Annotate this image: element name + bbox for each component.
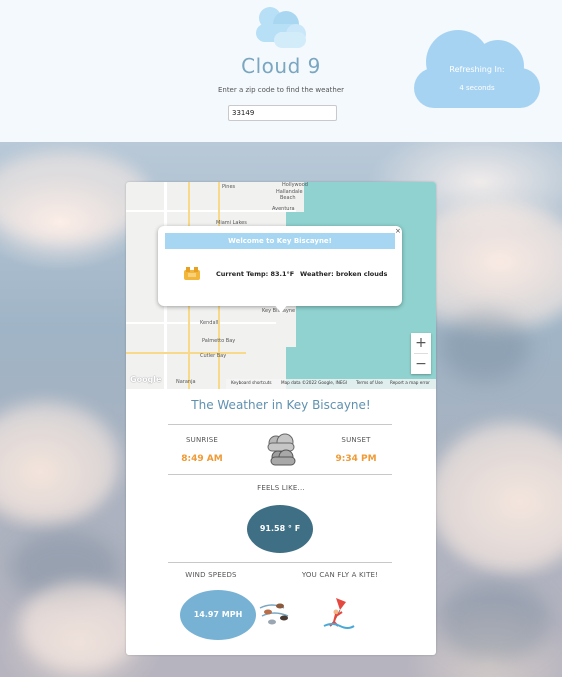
map[interactable]: Pines Hollywood Hallandale Beach Aventur…	[126, 182, 436, 389]
feels-like-label: FEELS LIKE...	[257, 484, 305, 492]
map-label-cutler-bay: Cutler Bay	[200, 353, 227, 359]
sunset-label: SUNSET	[341, 436, 371, 444]
map-label-kendall: Kendall	[200, 320, 219, 326]
sunrise-time: 8:49 AM	[181, 454, 223, 464]
map-label-aventura: Aventura	[272, 206, 295, 212]
header: Cloud 9 Enter a zip code to find the wea…	[0, 0, 562, 142]
map-label-hollywood: Hollywood	[282, 182, 308, 188]
divider	[168, 474, 392, 475]
keyboard-shortcuts-link[interactable]: Keyboard shortcuts	[231, 380, 272, 385]
wind-icon	[259, 603, 289, 625]
feels-like-value: 91.58 ° F	[247, 505, 313, 553]
divider	[168, 562, 392, 563]
map-label-pines: Pines	[222, 184, 236, 190]
map-data-credit: Map data ©2022 Google, INEGI	[281, 380, 348, 385]
city-heading: The Weather in Key Biscayne!	[191, 398, 371, 412]
map-attribution: Keyboard shortcuts Map data ©2022 Google…	[226, 379, 436, 389]
weather-card: Pines Hollywood Hallandale Beach Aventur…	[126, 182, 436, 655]
wind-speed-value: 14.97 MPH	[180, 590, 256, 640]
kite-icon	[323, 598, 355, 629]
refresh-label: Refreshing In:	[449, 65, 505, 74]
kite-label: YOU CAN FLY A KITE!	[301, 571, 379, 579]
refresh-countdown: 4 seconds	[459, 84, 495, 92]
sunset-time: 9:34 PM	[335, 454, 377, 464]
map-label-naranja: Naranja	[176, 379, 196, 385]
zoom-in-button[interactable]: +	[411, 333, 431, 353]
report-map-error-link[interactable]: Report a map error	[390, 380, 430, 385]
map-label-palmetto-bay: Palmetto Bay	[202, 338, 236, 344]
zoom-controls: + −	[411, 333, 431, 374]
map-info-window: × Welcome to Key Biscayne! Current Temp:…	[158, 226, 402, 306]
divider	[168, 424, 392, 425]
clouds-icon	[267, 433, 296, 466]
zip-code-input[interactable]	[228, 105, 337, 121]
zoom-out-button[interactable]: −	[411, 354, 431, 374]
sunrise-label: SUNRISE	[186, 436, 218, 444]
popup-current-temp: Current Temp: 83.1°F	[216, 270, 295, 278]
map-label-beach: Beach	[280, 195, 296, 201]
wind-speed-label: WIND SPEEDS	[185, 571, 237, 579]
terms-of-use-link[interactable]: Terms of Use	[356, 380, 383, 385]
cloud-icon	[256, 7, 306, 48]
popup-title: Welcome to Key Biscayne!	[165, 233, 395, 249]
popup-pointer	[274, 304, 288, 313]
google-logo[interactable]: Google	[130, 375, 161, 384]
close-icon[interactable]: ×	[395, 228, 401, 235]
broken-clouds-icon	[184, 267, 200, 280]
popup-weather-desc: Weather: broken clouds	[300, 270, 388, 278]
